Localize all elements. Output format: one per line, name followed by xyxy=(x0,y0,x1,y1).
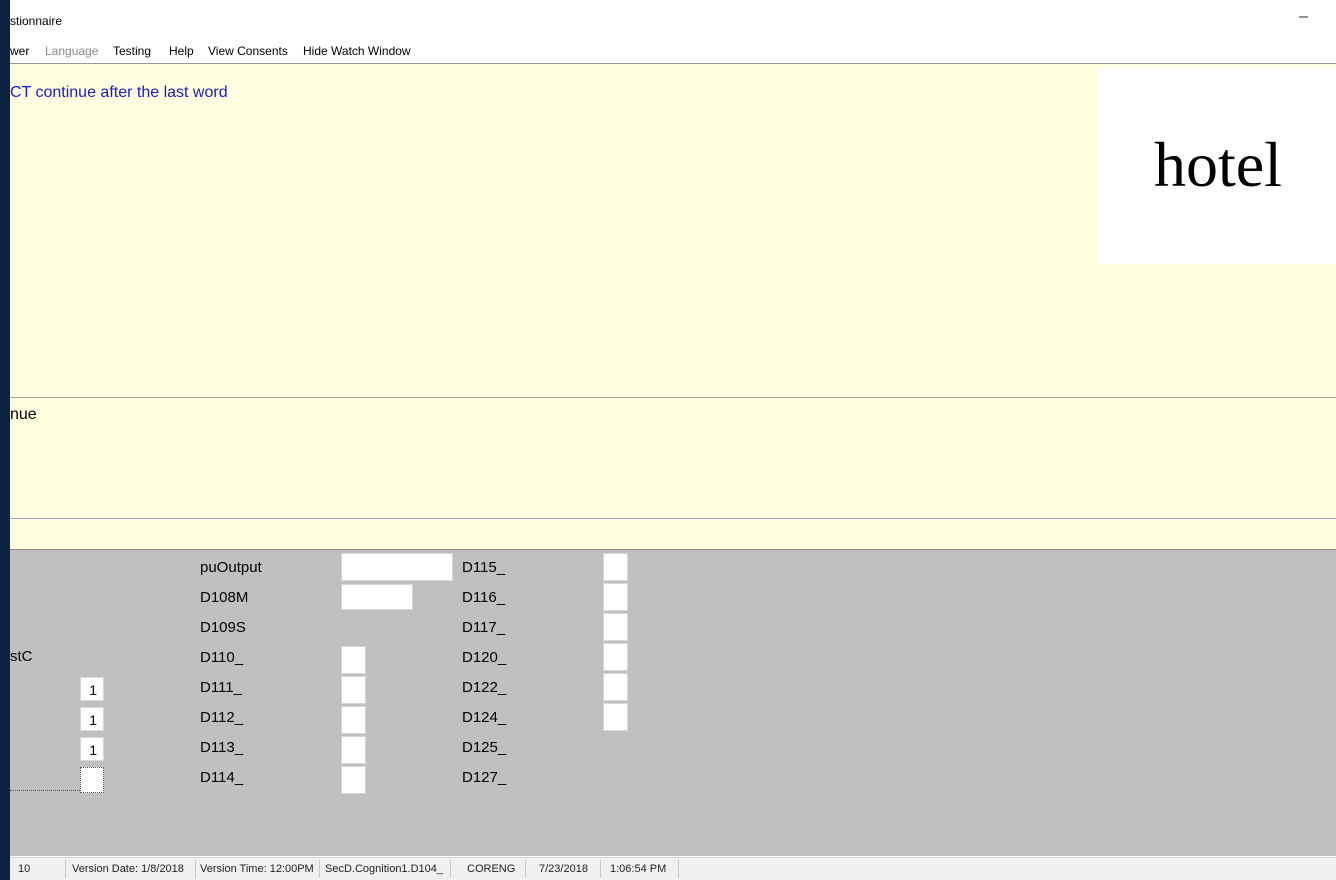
status-separator xyxy=(600,860,601,878)
watch-label-d124: D124_ xyxy=(462,709,507,726)
watch-label-d113: D113_ xyxy=(200,739,244,756)
answer-pane[interactable]: nue xyxy=(10,398,1336,519)
watch-label-d127: D127_ xyxy=(462,769,507,786)
question-pane: CT continue after the last word hotel xyxy=(10,64,1336,398)
watch-window: stC 1 1 1 puOutput D108M D109S D110_ D11… xyxy=(10,550,1336,856)
status-separator xyxy=(450,860,451,878)
watch-label-d109s: D109S xyxy=(200,619,246,636)
menu-hide-watch-window[interactable]: Hide Watch Window xyxy=(303,44,411,58)
minimize-button[interactable]: – xyxy=(1299,8,1308,26)
status-version-date: Version Date: 1/8/2018 xyxy=(72,863,184,875)
window-title: stionnaire xyxy=(10,14,63,28)
watch-field-d112[interactable] xyxy=(341,706,366,734)
app-window: stionnaire – wer Language Testing Help V… xyxy=(10,0,1336,880)
watch-label-d116: D116_ xyxy=(462,589,506,606)
watch-left-field-1[interactable]: 1 xyxy=(80,677,104,701)
menu-answer[interactable]: wer xyxy=(10,44,29,58)
watch-label-d108m: D108M xyxy=(200,589,249,606)
watch-field-puoutput[interactable] xyxy=(341,553,453,581)
watch-field-d114[interactable] xyxy=(341,766,366,794)
watch-label-d111: D111_ xyxy=(200,679,242,696)
menu-language[interactable]: Language xyxy=(45,44,98,58)
watch-label-d120: D120_ xyxy=(462,649,507,666)
watch-label-d125: D125_ xyxy=(462,739,507,756)
watch-label-d110: D110_ xyxy=(200,649,244,666)
watch-label-d114: D114_ xyxy=(200,769,244,786)
status-separator xyxy=(195,860,196,878)
watch-left-field-4[interactable] xyxy=(80,767,104,793)
word-card: hotel xyxy=(1100,68,1336,264)
menu-bar: wer Language Testing Help View Consents … xyxy=(10,40,1336,64)
status-separator xyxy=(525,860,526,878)
watch-field-d116[interactable] xyxy=(603,583,628,611)
status-time: 1:06:54 PM xyxy=(610,863,667,875)
watch-label-puoutput: puOutput xyxy=(200,559,262,576)
watch-field-d122[interactable] xyxy=(603,673,628,701)
answer-text: nue xyxy=(10,406,37,423)
status-bar: 10 Version Date: 1/8/2018 Version Time: … xyxy=(10,857,1336,880)
watch-field-d120[interactable] xyxy=(603,643,628,671)
watch-label-d122: D122_ xyxy=(462,679,507,696)
watch-field-d111[interactable] xyxy=(341,676,366,704)
stimulus-word: hotel xyxy=(1154,129,1282,200)
menu-testing[interactable]: Testing xyxy=(113,44,151,58)
input-strip[interactable] xyxy=(10,520,1336,550)
watch-field-d113[interactable] xyxy=(341,736,366,764)
status-field-1: 10 xyxy=(18,863,31,875)
menu-view-consents[interactable]: View Consents xyxy=(208,44,288,58)
status-field-name: SecD.Cognition1.D104_ xyxy=(325,863,444,875)
watch-left-field-3[interactable]: 1 xyxy=(80,737,104,761)
watch-left-field-2[interactable]: 1 xyxy=(80,707,104,731)
status-separator xyxy=(65,860,66,878)
watch-label-d117: D117_ xyxy=(462,619,506,636)
menu-help[interactable]: Help xyxy=(169,44,194,58)
status-version-time: Version Time: 12:00PM xyxy=(200,863,314,875)
watch-field-d108m[interactable] xyxy=(341,584,413,610)
watch-label-d115: D115_ xyxy=(462,559,506,576)
watch-label-d112: D112_ xyxy=(200,709,244,726)
status-date: 7/23/2018 xyxy=(539,863,588,875)
watch-left-label: stC xyxy=(10,648,33,665)
watch-field-d117[interactable] xyxy=(603,613,628,641)
title-bar: stionnaire – xyxy=(10,0,1336,40)
status-separator xyxy=(678,860,679,878)
status-instrument: CORENG xyxy=(467,863,516,875)
status-separator xyxy=(319,860,320,878)
question-instruction: CT continue after the last word xyxy=(10,84,228,101)
watch-left-underline xyxy=(10,790,80,791)
watch-field-d115[interactable] xyxy=(603,553,628,581)
watch-field-d124[interactable] xyxy=(603,703,628,731)
watch-field-d110[interactable] xyxy=(341,646,366,674)
